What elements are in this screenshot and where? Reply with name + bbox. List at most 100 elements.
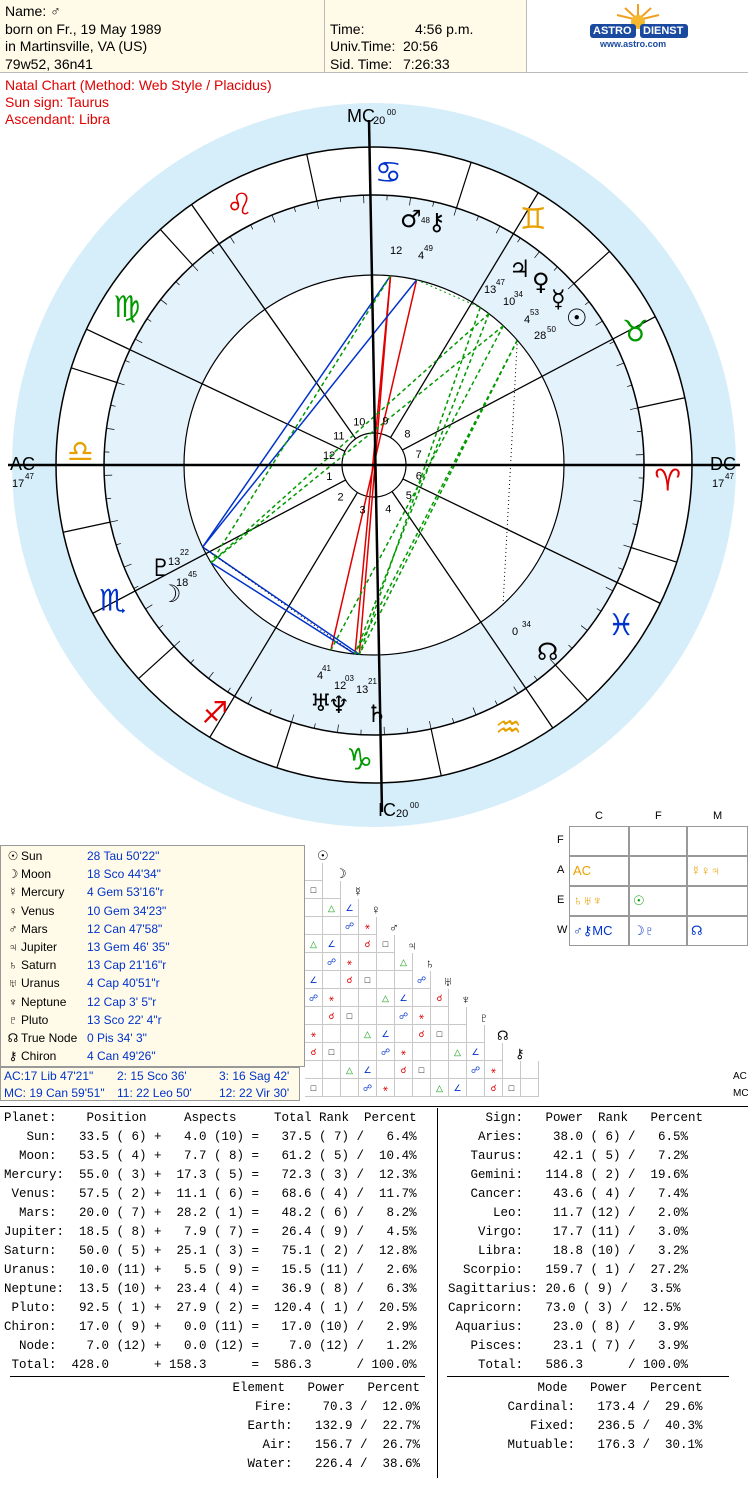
aspect-grid-cell: △ bbox=[449, 1043, 467, 1061]
planet-row-position: 12 Cap 3' 5"r bbox=[87, 994, 157, 1009]
element-grid-cell bbox=[569, 826, 629, 856]
aspect-grid-cell: ⚹ bbox=[377, 1079, 395, 1097]
aspect-grid-ac-label: AC MC bbox=[733, 1071, 748, 1099]
aspect-grid-cell: ☍ bbox=[359, 1079, 377, 1097]
grid-col-mutable: M bbox=[713, 810, 723, 822]
header-birth-panel: Name: ♂ born on Fr., 19 May 1989 in Mart… bbox=[0, 0, 325, 73]
aspect-grid-cell bbox=[449, 1007, 467, 1025]
aspect-grid-cell: ☍ bbox=[377, 1043, 395, 1061]
planet-glyph-icon: ☿ bbox=[551, 285, 566, 313]
planet-row-name: Mercury bbox=[21, 885, 65, 900]
planet-row: ☿ Mercury 4 Gem 53'16"r bbox=[5, 883, 164, 901]
planet-row-glyph-icon: ☊ bbox=[7, 1031, 19, 1045]
planet-row-glyph-icon: ♅ bbox=[8, 976, 18, 991]
planet-minute: 45 bbox=[188, 570, 197, 579]
aspect-grid-cell: ☍ bbox=[323, 953, 341, 971]
aspect-grid-cell bbox=[395, 1079, 413, 1097]
birth-date: born on Fr., 19 May 1989 bbox=[5, 21, 162, 37]
aspect-grid-cell: □ bbox=[377, 935, 395, 953]
header-time-panel: Time: 4:56 p.m. Univ.Time: 20:56 Sid. Ti… bbox=[325, 0, 526, 73]
mc-label: MC bbox=[347, 106, 375, 126]
aspect-grid-cell bbox=[485, 1043, 503, 1061]
aspect-grid-cell bbox=[341, 989, 359, 1007]
logo-url: www.astro.com bbox=[600, 39, 667, 49]
planet-row-name: Neptune bbox=[21, 994, 67, 1009]
logo-sun-icon bbox=[590, 4, 688, 38]
aspect-grid-cell: ∠ bbox=[449, 1079, 467, 1097]
aspect-grid-cell: ∠ bbox=[323, 935, 341, 953]
birth-coords: 79w52, 36n41 bbox=[5, 56, 93, 72]
house-number: 5 bbox=[406, 490, 412, 502]
aspect-grid-cell bbox=[323, 1079, 341, 1097]
planet-degree: 28 bbox=[534, 330, 547, 342]
planet-stats-row: Saturn: 50.0 ( 5) + 25.1 ( 3) = 75.1 ( 2… bbox=[4, 1244, 417, 1258]
mode-stats-row: Mutuable: 176.3 / 30.1% bbox=[500, 1438, 703, 1452]
aspect-grid-cell: ☌ bbox=[305, 1043, 323, 1061]
aspect-grid-cell: □ bbox=[305, 1079, 323, 1097]
sign-stats-row: Cancer: 43.6 ( 4) / 7.4% bbox=[448, 1187, 689, 1201]
logo-text-astro: ASTRO bbox=[593, 25, 632, 37]
ic-label: IC bbox=[378, 800, 396, 820]
aspect-grid-cell bbox=[449, 1061, 467, 1079]
dc-degree: 17 bbox=[712, 478, 725, 490]
planet-row-position: 4 Cap 40'51"r bbox=[87, 976, 160, 991]
planet-row: ♇ Pluto 13 Sco 22' 4"r bbox=[5, 1011, 162, 1029]
mc-minute: 00 bbox=[387, 108, 396, 117]
mc-degree: 20 bbox=[373, 115, 386, 127]
planet-minute: 03 bbox=[345, 674, 354, 683]
sign-stats-row: Virgo: 17.7 (11) / 3.0% bbox=[448, 1225, 689, 1239]
sign-glyph: ♐ bbox=[201, 696, 228, 731]
astrodienst-logo[interactable]: ASTRO DIENST www.astro.com bbox=[526, 0, 748, 73]
name-label: Name: ♂ bbox=[5, 3, 61, 19]
aspect-grid-cell: □ bbox=[503, 1079, 521, 1097]
sign-stats-row: Sagittarius: 20.6 ( 9) / 3.5% bbox=[448, 1282, 681, 1296]
planet-stats-row: Jupiter: 18.5 ( 8) + 7.9 ( 7) = 26.4 ( 9… bbox=[4, 1225, 417, 1239]
grid-row-earth: E bbox=[557, 894, 565, 906]
sign-stats-row: Leo: 11.7 (12) / 2.0% bbox=[448, 1206, 689, 1220]
aspect-grid-cell bbox=[377, 1007, 395, 1025]
planet-stats-row: Pluto: 92.5 ( 1) + 27.9 ( 2) = 120.4 ( 1… bbox=[4, 1301, 417, 1315]
planet-degree: 13 bbox=[356, 684, 369, 696]
planet-row-position: 4 Can 49'26" bbox=[87, 1049, 156, 1064]
planet-row-name: True Node bbox=[21, 1031, 78, 1045]
sign-glyph: ♏ bbox=[99, 583, 126, 618]
element-grid-cell: AC bbox=[569, 856, 629, 886]
element-grid-cell: ☽♇ bbox=[629, 916, 687, 946]
house-mc: MC: 19 Can 59'51" bbox=[4, 1086, 105, 1100]
grid-row-fire: F bbox=[557, 834, 564, 846]
mode-stats-row: Cardinal: 173.4 / 29.6% bbox=[500, 1400, 703, 1414]
element-grid-cell bbox=[629, 856, 687, 886]
aspect-grid-cell: ☌ bbox=[359, 935, 377, 953]
planet-row-name: Sun bbox=[21, 849, 43, 863]
planet-row-name: Moon bbox=[21, 867, 52, 882]
planet-glyph-icon: ☉ bbox=[566, 304, 588, 332]
planet-stats-row: Uranus: 10.0 (11) + 5.5 ( 9) = 15.5 (11)… bbox=[4, 1263, 417, 1277]
planet-glyph-icon: ♂ bbox=[400, 205, 422, 233]
aspect-grid-cell: □ bbox=[323, 1043, 341, 1061]
aspect-grid-cell bbox=[341, 1079, 359, 1097]
house-number: 9 bbox=[382, 415, 388, 427]
aspect-grid-cell bbox=[449, 1025, 467, 1043]
planet-glyph-icon: ♄ bbox=[366, 700, 388, 728]
element-grid-cell bbox=[687, 826, 748, 856]
aspect-grid-cell: △ bbox=[359, 1025, 377, 1043]
aspect-grid-cell: ∠ bbox=[395, 989, 413, 1007]
aspect-grid-cell: △ bbox=[431, 1079, 449, 1097]
planet-row-name: Chiron bbox=[21, 1049, 57, 1064]
aspect-grid-cell bbox=[323, 881, 341, 899]
planet-minute: 22 bbox=[180, 548, 189, 557]
aspect-grid-cell bbox=[413, 1043, 431, 1061]
sign-stats-rule bbox=[447, 1376, 729, 1377]
sid-time-label: Sid. Time: bbox=[330, 56, 393, 72]
planet-glyph-icon: ♀ bbox=[532, 268, 550, 296]
aspect-grid-cell bbox=[395, 971, 413, 989]
aspect-grid-cell: ⚹ bbox=[341, 953, 359, 971]
sign-stats-row: Pisces: 23.1 ( 7) / 3.9% bbox=[448, 1339, 689, 1353]
sign-stats-row: Aries: 38.0 ( 6) / 6.5% bbox=[448, 1130, 689, 1144]
aspect-grid-cell bbox=[323, 1025, 341, 1043]
planet-row-name: Saturn bbox=[21, 958, 57, 973]
planet-row-glyph-icon: ☉ bbox=[7, 849, 19, 863]
aspect-grid-cell bbox=[521, 1079, 539, 1097]
aspect-grid-cell: ∠ bbox=[359, 1061, 377, 1079]
planet-stats-row: Neptune: 13.5 (10) + 23.4 ( 4) = 36.9 ( … bbox=[4, 1282, 417, 1296]
